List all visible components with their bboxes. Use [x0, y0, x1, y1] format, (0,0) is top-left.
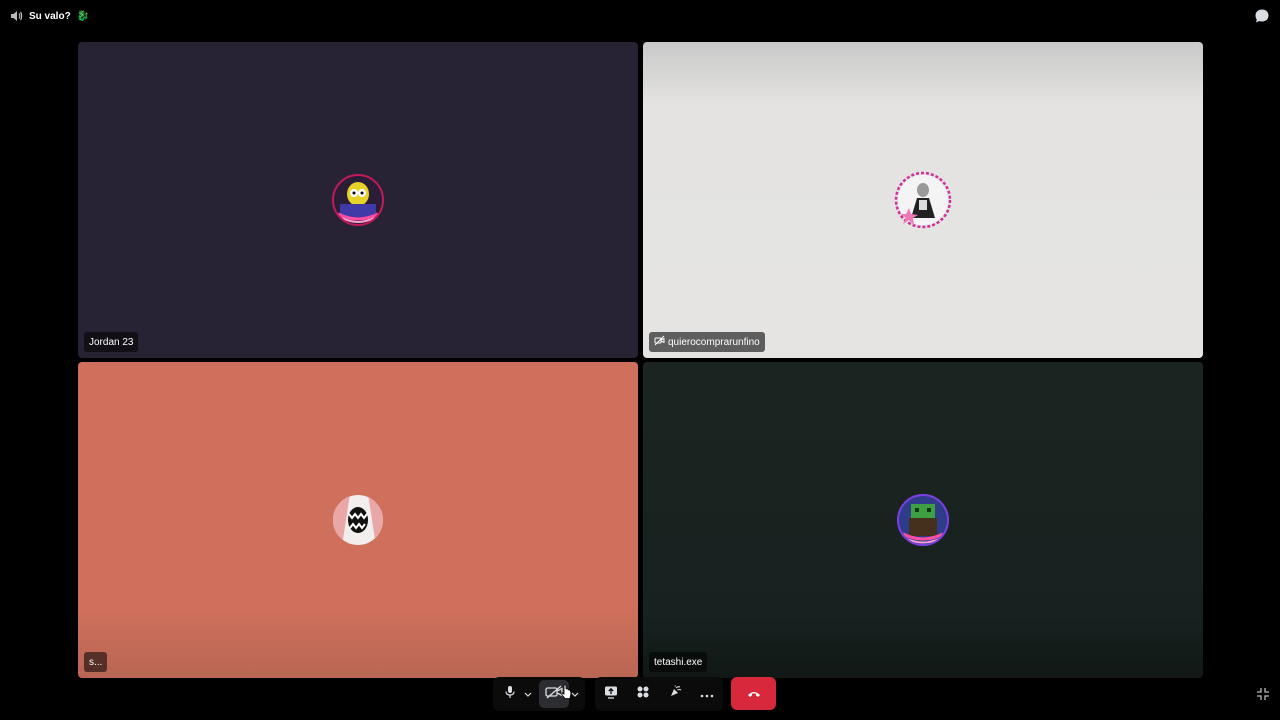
soundboard-button[interactable]: [661, 680, 689, 708]
mouse-cursor-icon: [561, 684, 572, 705]
top-bar: Su valo? 🐉: [0, 0, 1280, 32]
speaker-icon: [10, 10, 23, 22]
participant-name-tag: tetashi.exe: [649, 652, 708, 672]
avatar: [332, 494, 384, 546]
phone-hangup-icon: [747, 685, 761, 703]
camera-off-icon: [654, 335, 665, 349]
channel-emoji: 🐉: [76, 10, 90, 22]
voice-channel-header: Su valo? 🐉: [10, 8, 89, 24]
participant-tile-tetashi[interactable]: tetashi.exe: [643, 362, 1203, 678]
participant-name-tag: quierocomprarunfino: [649, 332, 765, 352]
screen-share-icon: [604, 685, 618, 704]
more-options-button[interactable]: [693, 680, 721, 708]
mic-options-button[interactable]: [521, 680, 535, 708]
chevron-down-icon: [524, 685, 532, 703]
participant-name-tag: s...: [84, 652, 108, 672]
avatar: [897, 494, 949, 546]
participant-name-tag: Jordan 23: [84, 332, 139, 352]
mute-button[interactable]: [499, 680, 521, 708]
leave-call-button[interactable]: [731, 677, 776, 710]
avatar: [332, 174, 384, 226]
activities-button[interactable]: [629, 680, 657, 708]
soundboard-icon: [668, 684, 682, 704]
chat-bubble-icon[interactable]: [1254, 8, 1270, 24]
participant-name: quierocomprarunfino: [668, 336, 760, 348]
participant-name: tetashi.exe: [654, 656, 703, 668]
more-options-icon: [700, 685, 714, 703]
participant-name: Jordan 23: [89, 336, 134, 348]
screen-share-button[interactable]: [597, 680, 625, 708]
activities-icon: [636, 685, 650, 704]
channel-name: Su valo?: [29, 10, 71, 22]
participant-name: s...: [89, 656, 103, 668]
participant-tile-quierocomprarunfino[interactable]: quierocomprarunfino: [643, 42, 1203, 358]
avatar: [894, 171, 952, 229]
microphone-icon: [504, 685, 516, 704]
participant-tile-jordan[interactable]: Jordan 23: [78, 42, 638, 358]
participant-tile-s[interactable]: s...: [78, 362, 638, 678]
action-controls: [595, 677, 723, 711]
chevron-down-icon: [571, 685, 579, 703]
exit-fullscreen-icon[interactable]: [1256, 687, 1270, 701]
